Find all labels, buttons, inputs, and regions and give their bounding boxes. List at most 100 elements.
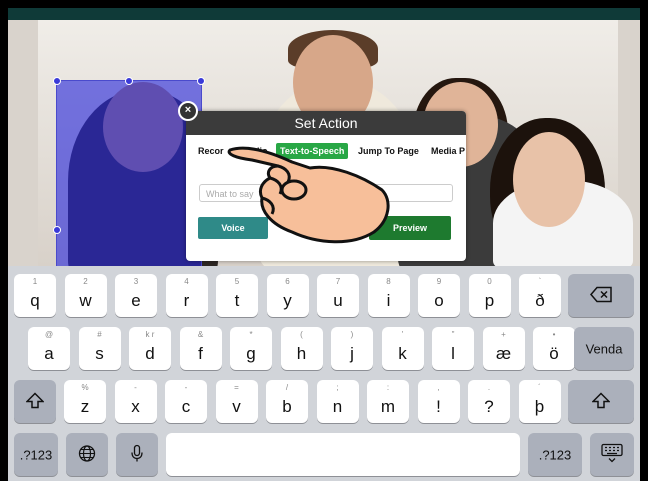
key-alt-label: 6 — [285, 277, 290, 286]
key-p[interactable]: 0p — [468, 274, 511, 317]
key-exclaim[interactable]: ,! — [417, 380, 460, 423]
key-l[interactable]: " l — [432, 327, 474, 370]
key-label: b — [282, 397, 292, 416]
key-label: p — [484, 291, 495, 310]
key-r[interactable]: 4r — [165, 274, 208, 317]
numbers-right-key[interactable]: .?123 — [528, 433, 582, 476]
key-alt-label: & — [197, 330, 204, 339]
key-label: w — [79, 291, 92, 310]
person-right2-head — [513, 132, 585, 227]
key-question[interactable]: .? — [468, 380, 510, 423]
key-alt-label: - — [134, 383, 137, 392]
resize-handle-top-right[interactable] — [197, 77, 205, 85]
key-alt-label: ( — [300, 330, 303, 339]
key-label: z — [80, 397, 90, 416]
key-label: æ — [495, 344, 512, 363]
key-label: a — [44, 344, 54, 363]
key-y[interactable]: 6y — [266, 274, 309, 317]
key-h[interactable]: (h — [280, 327, 323, 370]
key-alt-label: 1 — [32, 277, 38, 286]
key-alt-label: * — [249, 330, 253, 339]
tab-record-audio[interactable]: Recor — [198, 143, 224, 159]
resize-handle-mid-left[interactable] — [53, 226, 61, 234]
numbers-left-key[interactable]: .?123 — [14, 433, 58, 476]
key-alt-label: 8 — [386, 277, 391, 286]
key-e[interactable]: 3e — [115, 274, 157, 317]
key-a[interactable]: @ a — [28, 327, 70, 370]
key-label: x — [131, 397, 140, 416]
key-s[interactable]: # s — [78, 327, 121, 370]
key-alt-label: " — [451, 330, 455, 339]
key-b[interactable]: / b — [266, 380, 308, 423]
onscreen-keyboard: 1 q 2 w 3 e 4 r 5 t 6 y 7 u 8 i 9 o 0 p ` ð @ a # s k r d & f * g(h) j ' k… — [8, 266, 640, 481]
key-m[interactable]: :m — [367, 380, 409, 423]
key-alt-label: , — [437, 383, 440, 392]
key-alt-label: • — [552, 330, 556, 339]
key-x[interactable]: -x — [114, 380, 157, 423]
key-alt-label: 4 — [184, 277, 189, 286]
key-text: .?123 — [19, 447, 53, 462]
key-alt-label: - — [184, 383, 188, 392]
key-alt-label: @ — [44, 330, 54, 339]
key-label: j — [350, 344, 354, 363]
key-label: ö — [549, 344, 559, 363]
key-o[interactable]: 9o — [418, 274, 460, 317]
key-w[interactable]: 2w — [64, 274, 107, 317]
key-t[interactable]: 5t — [216, 274, 258, 317]
key-text: Venda — [585, 341, 623, 356]
key-v[interactable]: = v — [215, 380, 258, 423]
key-alt-label: + — [501, 330, 506, 339]
key-g[interactable]: * g — [230, 327, 272, 370]
key-label: v — [232, 397, 241, 416]
resize-handle-top-center[interactable] — [125, 77, 133, 85]
key-f[interactable]: & f — [179, 327, 222, 370]
key-i[interactable]: 8i — [367, 274, 410, 317]
key-z[interactable]: % z — [64, 380, 106, 423]
tab-media-player[interactable]: Media P — [431, 143, 465, 159]
key-label: r — [183, 291, 190, 310]
shift-left-key[interactable] — [14, 380, 56, 423]
globe-key[interactable] — [66, 433, 108, 476]
top-bar — [8, 8, 640, 20]
hide-keyboard-key[interactable] — [590, 433, 634, 476]
key-d[interactable]: k r d — [129, 327, 171, 370]
key-alt-label: ` — [538, 277, 542, 286]
key-label: t — [234, 291, 240, 310]
key-ð[interactable]: ` ð — [519, 274, 561, 317]
backspace-icon — [568, 286, 634, 305]
close-icon[interactable]: × — [178, 101, 198, 121]
key-þ[interactable]: ´ þ — [518, 380, 561, 423]
shift-icon — [568, 391, 634, 411]
key-label: l — [451, 344, 455, 363]
key-j[interactable]: ) j — [331, 327, 373, 370]
return-key[interactable]: Venda — [574, 327, 634, 370]
key-æ[interactable]: + æ — [482, 327, 525, 370]
shift-icon — [14, 391, 56, 411]
key-label: q — [30, 291, 40, 310]
key-label: c — [181, 397, 191, 416]
key-c[interactable]: -c — [165, 380, 207, 423]
key-u[interactable]: 7u — [317, 274, 359, 317]
key-alt-label: / — [285, 383, 289, 392]
key-label: d — [145, 344, 155, 363]
resize-handle-top-left[interactable] — [53, 77, 61, 85]
key-label: u — [333, 291, 343, 310]
key-label: n — [332, 397, 343, 416]
key-alt-label: # — [97, 330, 102, 339]
key-alt-label: 0 — [487, 277, 492, 286]
backspace-key[interactable] — [568, 274, 634, 317]
key-alt-label: 7 — [335, 277, 341, 286]
shift-right-key[interactable] — [568, 380, 634, 423]
microphone-key[interactable] — [116, 433, 158, 476]
key-label: ? — [484, 397, 494, 416]
key-q[interactable]: 1q — [14, 274, 56, 317]
key-n[interactable]: ; n — [316, 380, 359, 423]
key-alt-label: 3 — [133, 277, 139, 286]
key-alt-label: ´ — [538, 383, 541, 392]
key-k[interactable]: ' k — [381, 327, 424, 370]
key-label: y — [283, 291, 292, 310]
space-bar[interactable] — [166, 433, 520, 476]
key-ö[interactable]: • ö — [533, 327, 575, 370]
key-alt-label: ) — [350, 330, 354, 339]
key-label: i — [386, 291, 391, 310]
